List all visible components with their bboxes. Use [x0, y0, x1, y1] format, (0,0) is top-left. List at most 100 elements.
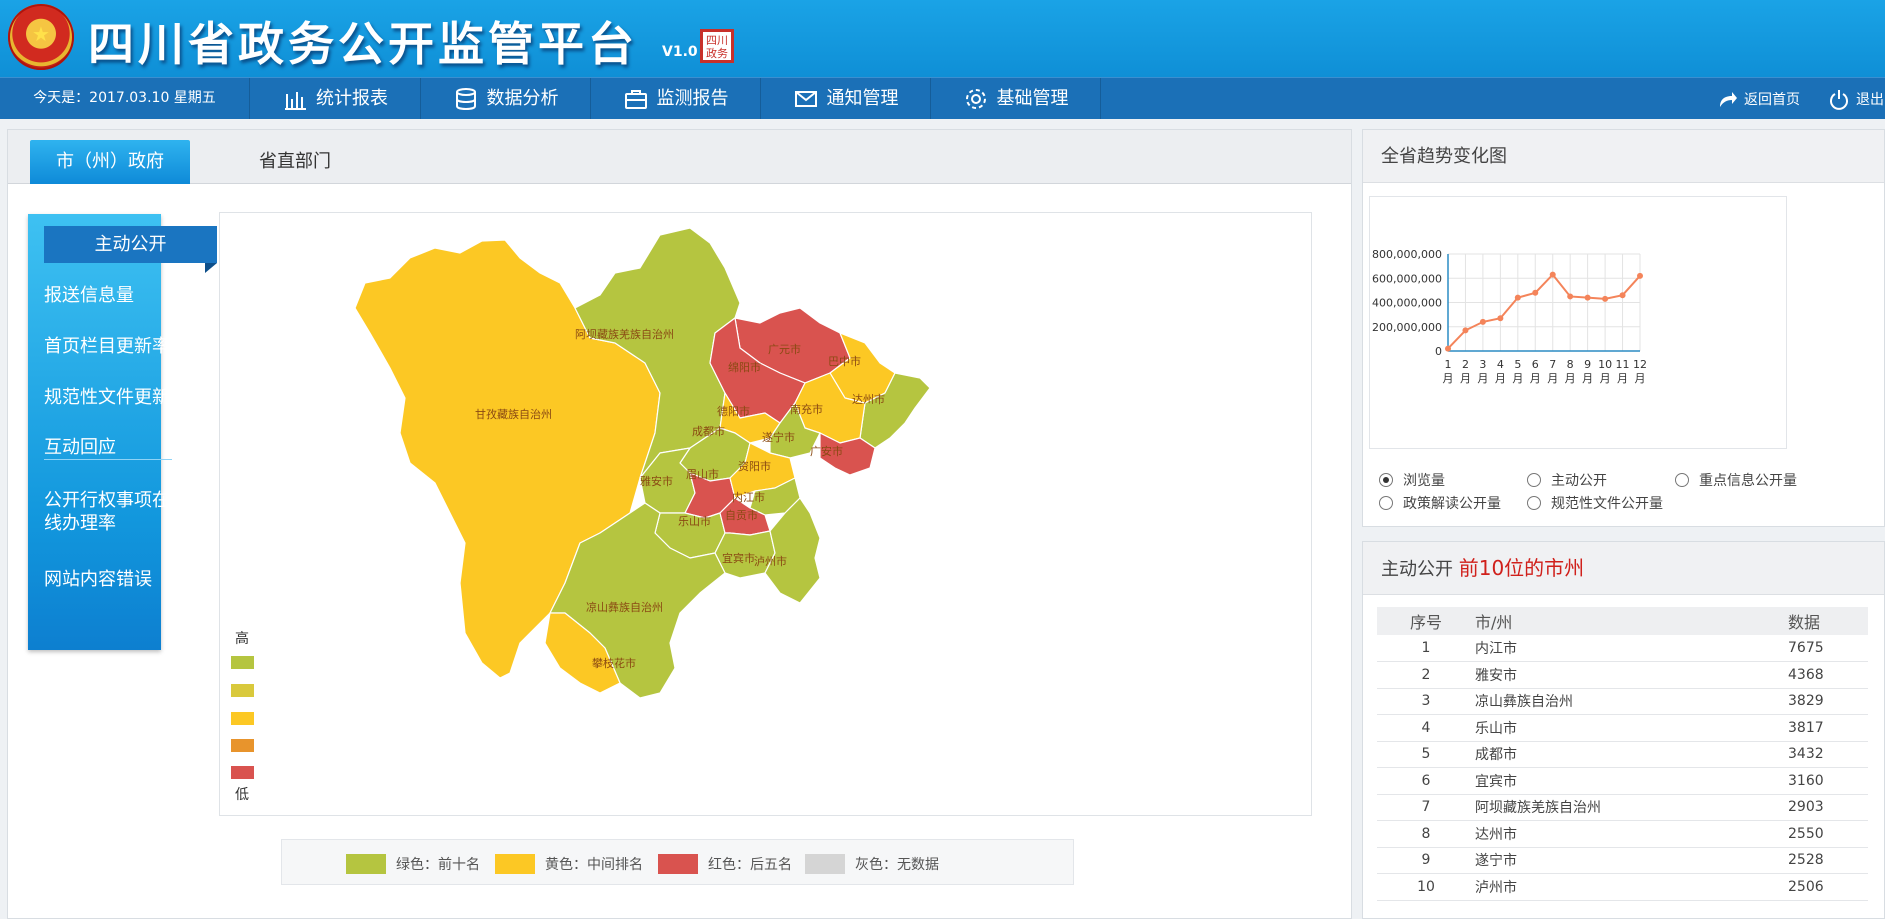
radio-proactive-disclosure[interactable]: 主动公开: [1527, 470, 1607, 490]
side-item-homepage-update[interactable]: 首页栏目更新率: [44, 335, 174, 358]
rank-cell: 1: [1377, 635, 1475, 662]
x-tick-label: 11: [1616, 358, 1630, 371]
radio-dot: [1379, 496, 1393, 510]
nav-monitor-report[interactable]: 监测报告: [591, 78, 761, 119]
radio-dot: [1527, 496, 1541, 510]
value-cell: 2903: [1788, 794, 1868, 821]
label-aba: 阿坝藏族羌族自治州: [575, 327, 674, 341]
data-point: [1462, 327, 1469, 334]
legend-yellow-swatch: [495, 854, 535, 874]
y-tick-label: 0: [1435, 345, 1442, 358]
x-tick-unit: 月: [1443, 372, 1454, 385]
city-cell: 成都市: [1475, 741, 1788, 768]
national-emblem-icon: ★: [8, 4, 74, 70]
col-header-rank: 序号: [1377, 607, 1475, 635]
side-item-content-errors[interactable]: 网站内容错误: [44, 568, 174, 591]
data-point: [1619, 292, 1626, 299]
legend-red-label: 红色：后五名: [708, 857, 792, 873]
value-cell: 7675: [1788, 635, 1868, 662]
city-cell: 阿坝藏族羌族自治州: [1475, 794, 1788, 821]
radio-key-info[interactable]: 重点信息公开量: [1675, 470, 1797, 490]
radio-page-views[interactable]: 浏览量: [1379, 470, 1445, 490]
legend-green-swatch: [346, 854, 386, 874]
y-tick-label: 800,000,000: [1372, 248, 1442, 261]
scale-low-label: 低: [235, 787, 249, 803]
trend-chart-svg: 800,000,000 600,000,000 400,000,000 200,000…: [1372, 248, 1647, 385]
value-cell: 3160: [1788, 767, 1868, 795]
radio-normative-docs-label: 规范性文件公开量: [1551, 496, 1663, 512]
scale-swatch-5: [231, 766, 254, 779]
legend-yellow: 黄色：中间排名: [495, 854, 643, 874]
header-bar: ★ 四川省政务公开监管平台 V1.0 四川政务: [0, 0, 1885, 77]
x-tick-label: 2: [1462, 358, 1469, 371]
table-row: 4 乐山市 3817: [1377, 714, 1868, 742]
nav-stats-report[interactable]: 统计报表: [250, 78, 421, 119]
radio-dot-checked: [1379, 473, 1393, 487]
x-tick-unit: 月: [1495, 372, 1506, 385]
city-cell: 遂宁市: [1475, 847, 1788, 874]
tab-city-government[interactable]: 市（州）政府: [30, 140, 190, 184]
y-tick-label: 400,000,000: [1372, 297, 1442, 310]
ranking-header-row: 序号 市/州 数据: [1377, 607, 1868, 635]
sichuan-map: 甘孜藏族自治州 阿坝藏族羌族自治州 广元市 绵阳市 巴中市 达州市 南充市 德阳…: [219, 212, 1312, 816]
ranking-panel: 主动公开 前10位的市州 序号 市/州 数据 1 内江市 7675 2 雅安市 4368 3…: [1362, 541, 1885, 919]
value-cell: 4368: [1788, 661, 1868, 689]
color-scale: 高 低: [227, 628, 267, 803]
home-link[interactable]: 返回首页: [1716, 78, 1800, 119]
ranking-table: 序号 市/州 数据 1 内江市 7675 2 雅安市 4368 3 凉山彝族自治州 3829 4 乐…: [1377, 607, 1868, 901]
table-row: 8 达州市 2550: [1377, 820, 1868, 848]
logout-link-label: 退出: [1856, 91, 1884, 108]
label-bazhong: 巴中市: [828, 354, 861, 368]
value-cell: 3817: [1788, 714, 1868, 742]
scale-swatch-2: [231, 684, 254, 697]
side-item-report-volume[interactable]: 报送信息量: [44, 284, 174, 307]
nav-data-analysis[interactable]: 数据分析: [421, 78, 591, 119]
x-tick-unit: 月: [1547, 372, 1558, 385]
col-header-city: 市/州: [1475, 607, 1788, 635]
city-cell: 内江市: [1475, 635, 1788, 662]
city-cell: 达州市: [1475, 820, 1788, 848]
nav-basic-management[interactable]: 基础管理: [931, 78, 1101, 119]
data-point: [1567, 293, 1574, 300]
table-row: 2 雅安市 4368: [1377, 661, 1868, 689]
value-cell: 2550: [1788, 820, 1868, 848]
x-tick-unit: 月: [1600, 372, 1611, 385]
logout-link[interactable]: 退出: [1828, 78, 1884, 119]
x-tick-label: 5: [1514, 358, 1521, 371]
radio-proactive-disclosure-label: 主动公开: [1551, 473, 1607, 489]
rank-cell: 4: [1377, 714, 1475, 742]
x-tick-label: 12: [1633, 358, 1647, 371]
main-navbar: 今天是：2017.03.10 星期五 统计报表 数据分析 监测报告 通知管理 基…: [0, 77, 1885, 119]
radio-normative-docs[interactable]: 规范性文件公开量: [1527, 493, 1663, 513]
label-mianyang: 绵阳市: [728, 360, 761, 374]
rank-cell: 6: [1377, 767, 1475, 795]
data-point: [1532, 289, 1539, 296]
label-ganzi: 甘孜藏族自治州: [475, 407, 552, 421]
x-tick-label: 6: [1532, 358, 1539, 371]
label-yibin: 宜宾市: [722, 551, 755, 565]
legend-gray-swatch: [805, 854, 845, 874]
data-point: [1479, 318, 1486, 325]
legend-red: 红色：后五名: [658, 854, 792, 874]
ranking-title-text: 主动公开: [1381, 559, 1453, 580]
app-title: 四川省政务公开监管平台: [88, 17, 638, 71]
side-item-online-processing[interactable]: 公开行权事项在线办理率: [44, 489, 174, 535]
tab-provincial-departments[interactable]: 省直部门: [240, 140, 350, 184]
side-menu-head[interactable]: 主动公开: [44, 226, 217, 273]
side-item-interaction[interactable]: 互动回应: [44, 436, 172, 460]
label-neijiang: 内江市: [732, 490, 765, 504]
data-point: [1549, 271, 1556, 278]
radio-policy-interpretation[interactable]: 政策解读公开量: [1379, 493, 1501, 513]
side-item-normative-docs[interactable]: 规范性文件更新: [44, 386, 174, 409]
nav-notice-management[interactable]: 通知管理: [761, 78, 931, 119]
label-guangan: 广安市: [810, 444, 843, 458]
label-chengdu: 成都市: [692, 424, 725, 438]
data-point: [1637, 272, 1643, 279]
label-meishan: 眉山市: [686, 467, 719, 481]
nav-notice-management-label: 通知管理: [826, 88, 899, 109]
scale-swatch-1: [231, 656, 254, 669]
rank-cell: 2: [1377, 661, 1475, 689]
x-tick-unit: 月: [1512, 372, 1523, 385]
rank-cell: 5: [1377, 741, 1475, 768]
city-cell: 泸州市: [1475, 873, 1788, 901]
